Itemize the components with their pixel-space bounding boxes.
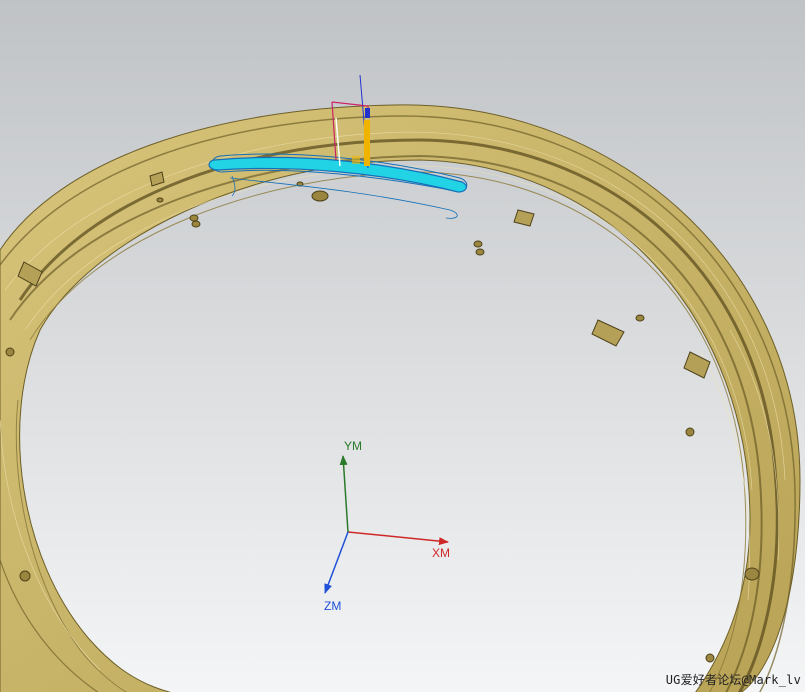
handle-bar[interactable] [364, 120, 370, 166]
model-scene[interactable]: XM YM ZM [0, 0, 805, 692]
z-axis-label: ZM [324, 599, 341, 613]
viewport-background [0, 0, 805, 692]
handle-base [352, 156, 360, 164]
handle-tip[interactable] [365, 108, 370, 118]
y-axis-label: YM [344, 439, 362, 453]
forum-watermark: UG爱好者论坛@Mark_lv [665, 673, 801, 687]
graphics-viewport[interactable]: XM YM ZM UG爱好者论坛@Mark_lv [0, 0, 805, 692]
x-axis-label: XM [432, 546, 450, 560]
